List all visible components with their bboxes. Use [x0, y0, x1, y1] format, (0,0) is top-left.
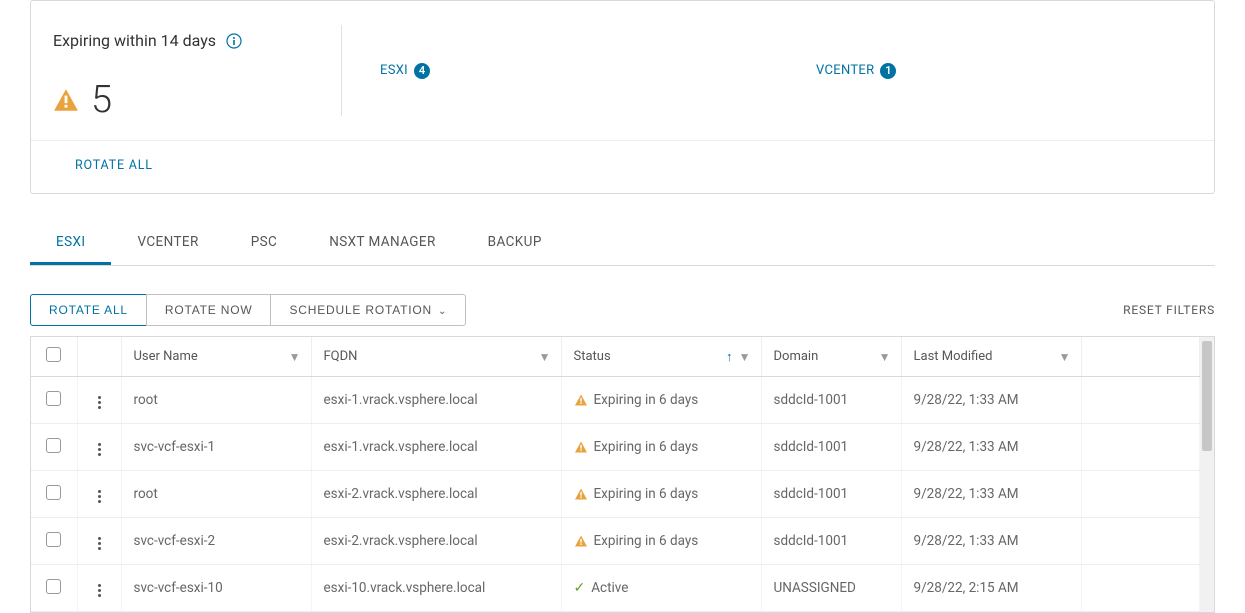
- cell-domain: sddcId-1001: [761, 424, 901, 471]
- summary-title: Expiring within 14 days: [53, 31, 216, 50]
- col-user[interactable]: User Name ▼: [121, 337, 311, 377]
- data-grid: User Name ▼ FQDN ▼ Status ↑ ▼ Domain ▼: [30, 336, 1215, 613]
- tile-label: ESXI: [380, 63, 408, 78]
- warning-icon: [574, 441, 588, 453]
- cell-fqdn: esxi-10.vrack.vsphere.local: [311, 565, 561, 612]
- tab-psc[interactable]: PSC: [225, 224, 304, 265]
- filter-icon[interactable]: ▼: [739, 350, 751, 364]
- filter-icon[interactable]: ▼: [1059, 350, 1071, 364]
- warning-icon: [574, 488, 588, 500]
- tile-badge: 4: [414, 63, 430, 79]
- col-domain[interactable]: Domain ▼: [761, 337, 901, 377]
- cell-modified: 9/28/22, 2:15 AM: [901, 565, 1081, 612]
- cell-user: svc-vcf-esxi-2: [121, 518, 311, 565]
- select-all-checkbox[interactable]: [46, 347, 61, 362]
- cell-status: Expiring in 6 days: [561, 471, 761, 518]
- chevron-down-icon: ⌄: [438, 306, 447, 317]
- cell-modified: 9/28/22, 1:33 AM: [901, 471, 1081, 518]
- cell-fqdn: esxi-2.vrack.vsphere.local: [311, 471, 561, 518]
- warning-icon: [574, 535, 588, 547]
- check-icon: ✓: [574, 580, 586, 596]
- cell-user: svc-vcf-esxi-10: [121, 565, 311, 612]
- rotate-all-link[interactable]: ROTATE ALL: [75, 158, 153, 173]
- tabs: ESXI VCENTER PSC NSXT MANAGER BACKUP: [30, 224, 1215, 266]
- row-checkbox[interactable]: [46, 485, 61, 500]
- warning-icon: [574, 394, 588, 406]
- tile-label: VCENTER: [816, 63, 874, 78]
- row-actions-menu[interactable]: [94, 392, 105, 413]
- table-row: rootesxi-2.vrack.vsphere.localExpiring i…: [31, 471, 1200, 518]
- cell-status: Expiring in 6 days: [561, 424, 761, 471]
- table-row: svc-vcf-esxi-2esxi-2.vrack.vsphere.local…: [31, 518, 1200, 565]
- row-checkbox[interactable]: [46, 532, 61, 547]
- cell-modified: 9/28/22, 1:33 AM: [901, 377, 1081, 424]
- summary-card: Expiring within 14 days 5 ESXI 4 VCENTER…: [30, 0, 1215, 194]
- filter-icon[interactable]: ▼: [879, 350, 891, 364]
- row-actions-menu[interactable]: [94, 486, 105, 507]
- row-actions-menu[interactable]: [94, 439, 105, 460]
- info-icon[interactable]: [226, 33, 242, 49]
- expiring-count: 5: [91, 78, 112, 122]
- cell-domain: UNASSIGNED: [761, 565, 901, 612]
- cell-fqdn: esxi-1.vrack.vsphere.local: [311, 424, 561, 471]
- row-checkbox[interactable]: [46, 391, 61, 406]
- col-status[interactable]: Status ↑ ▼: [561, 337, 761, 377]
- table-row: rootesxi-1.vrack.vsphere.localExpiring i…: [31, 377, 1200, 424]
- sort-asc-icon[interactable]: ↑: [726, 349, 733, 365]
- filter-icon[interactable]: ▼: [289, 350, 301, 364]
- col-modified[interactable]: Last Modified ▼: [901, 337, 1081, 377]
- cell-user: root: [121, 377, 311, 424]
- row-checkbox[interactable]: [46, 579, 61, 594]
- cell-status: Expiring in 6 days: [561, 518, 761, 565]
- cell-fqdn: esxi-1.vrack.vsphere.local: [311, 377, 561, 424]
- reset-filters-button[interactable]: RESET FILTERS: [1123, 303, 1215, 317]
- cell-status: Expiring in 6 days: [561, 377, 761, 424]
- schedule-rotation-button[interactable]: SCHEDULE ROTATION ⌄: [270, 294, 466, 326]
- filter-icon[interactable]: ▼: [539, 350, 551, 364]
- col-fqdn[interactable]: FQDN ▼: [311, 337, 561, 377]
- scrollbar-thumb[interactable]: [1202, 341, 1212, 451]
- tab-backup[interactable]: BACKUP: [462, 224, 568, 265]
- rotate-all-button[interactable]: ROTATE ALL: [30, 294, 147, 326]
- header-row: User Name ▼ FQDN ▼ Status ↑ ▼ Domain ▼: [31, 337, 1200, 377]
- summary-tile-esxi[interactable]: ESXI 4: [342, 1, 778, 140]
- tab-vcenter[interactable]: VCENTER: [111, 224, 224, 265]
- cell-modified: 9/28/22, 1:33 AM: [901, 424, 1081, 471]
- table-row: svc-vcf-esxi-10esxi-10.vrack.vsphere.loc…: [31, 565, 1200, 612]
- rotate-now-button[interactable]: ROTATE NOW: [146, 294, 272, 326]
- summary-tile-vcenter[interactable]: VCENTER 1: [778, 1, 1214, 140]
- cell-modified: 9/28/22, 1:33 AM: [901, 518, 1081, 565]
- cell-fqdn: esxi-2.vrack.vsphere.local: [311, 518, 561, 565]
- schedule-label: SCHEDULE ROTATION: [289, 303, 432, 317]
- tab-esxi[interactable]: ESXI: [30, 224, 111, 265]
- toolbar: ROTATE ALL ROTATE NOW SCHEDULE ROTATION ⌄…: [30, 294, 1215, 326]
- cell-domain: sddcId-1001: [761, 471, 901, 518]
- row-actions-menu[interactable]: [94, 580, 105, 601]
- cell-user: root: [121, 471, 311, 518]
- row-checkbox[interactable]: [46, 438, 61, 453]
- cell-domain: sddcId-1001: [761, 377, 901, 424]
- tab-nsxt[interactable]: NSXT MANAGER: [303, 224, 461, 265]
- row-actions-menu[interactable]: [94, 533, 105, 554]
- cell-domain: sddcId-1001: [761, 518, 901, 565]
- table-row: svc-vcf-esxi-1esxi-1.vrack.vsphere.local…: [31, 424, 1200, 471]
- cell-user: svc-vcf-esxi-1: [121, 424, 311, 471]
- tile-badge: 1: [880, 63, 896, 79]
- scrollbar[interactable]: [1200, 337, 1214, 612]
- warning-icon: [53, 88, 79, 112]
- cell-status: ✓Active: [561, 565, 761, 612]
